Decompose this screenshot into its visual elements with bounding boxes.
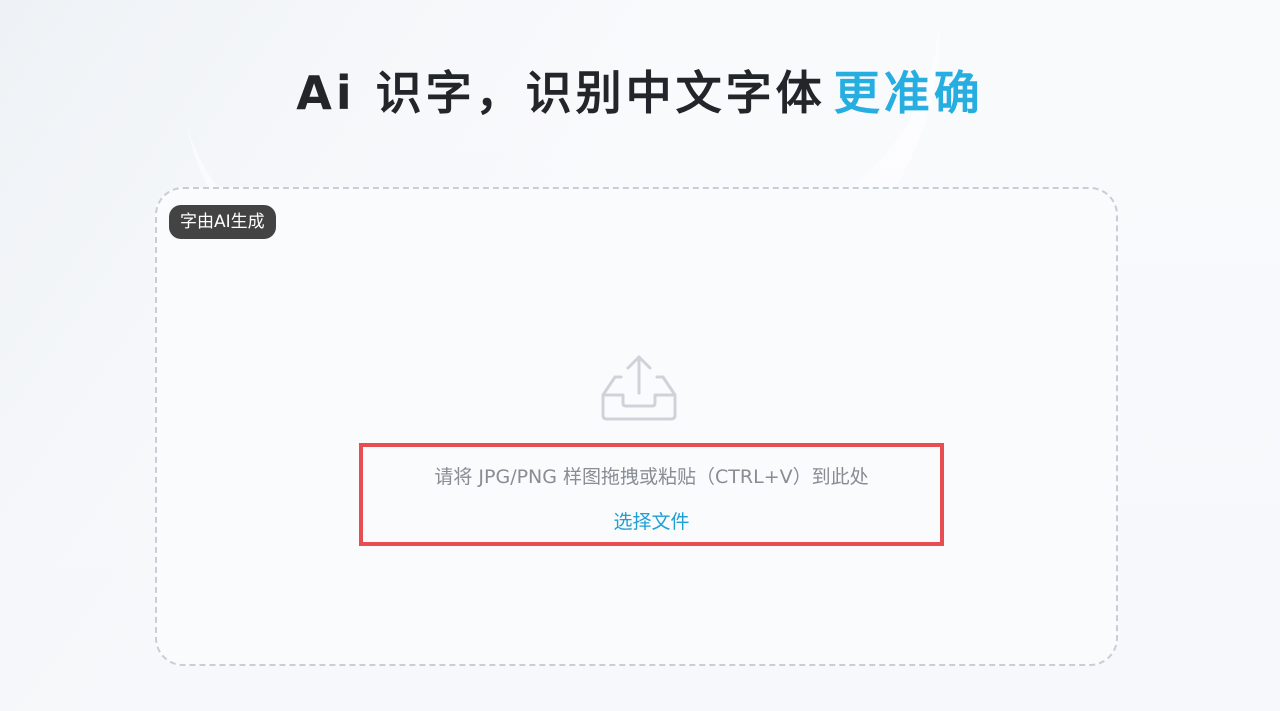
upload-dropzone[interactable]: 字由AI生成 请将 JPG/PNG 样图拖拽或粘贴（CTRL+V）到此处 选择文… [155, 187, 1118, 666]
ai-generated-badge: 字由AI生成 [169, 205, 276, 239]
headline-main: Ai 识字，识别中文字体 [296, 66, 826, 120]
choose-file-link[interactable]: 选择文件 [363, 507, 940, 534]
upload-tray-icon [601, 355, 677, 421]
upload-hint-text: 请将 JPG/PNG 样图拖拽或粘贴（CTRL+V）到此处 [434, 466, 869, 488]
headline-accent: 更准确 [833, 66, 984, 120]
upload-hint-highlight: 请将 JPG/PNG 样图拖拽或粘贴（CTRL+V）到此处 选择文件 [359, 443, 944, 546]
page-headline: Ai 识字，识别中文字体 更准确 [0, 62, 1280, 124]
